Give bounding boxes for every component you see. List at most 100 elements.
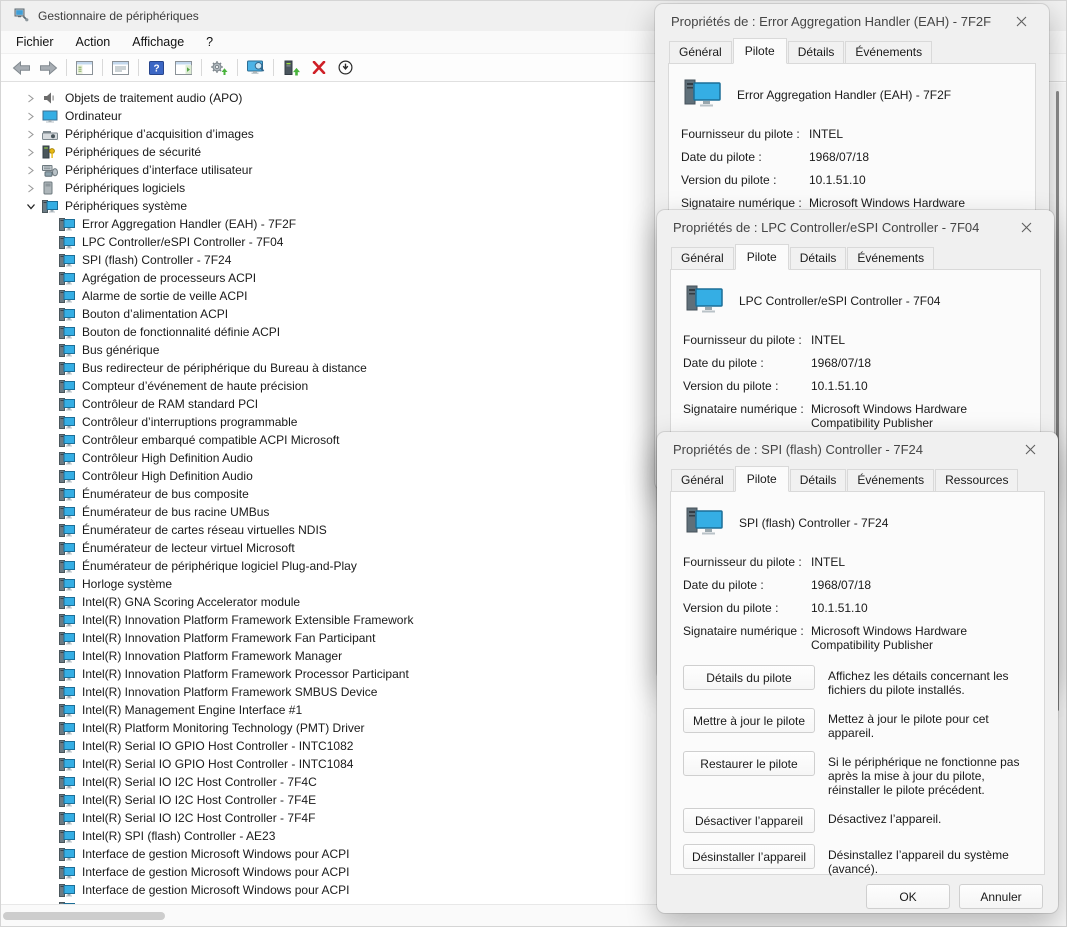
tree-item-label: Contrôleur d’interruptions programmable [77, 415, 297, 429]
tree-item-label: LPC Controller/eSPI Controller - 7F04 [77, 235, 283, 249]
tab-general[interactable]: Général [669, 41, 732, 64]
add-driver-icon[interactable] [278, 56, 305, 80]
sysdev-icon [59, 758, 77, 771]
toolbar-separator [102, 59, 103, 76]
help-icon[interactable]: ? [143, 56, 170, 80]
sysdev-icon [59, 290, 77, 303]
menu-fichier[interactable]: Fichier [5, 32, 65, 52]
imaging-icon [42, 128, 60, 141]
tree-item-label: Compteur d’événement de haute précision [77, 379, 308, 393]
update-driver-description: Mettez à jour le pilote pour cet apparei… [828, 708, 1032, 740]
field-label: Signataire numérique : [683, 402, 811, 430]
update-driver-gear-icon[interactable] [206, 56, 233, 80]
chevron-right-icon[interactable] [26, 148, 42, 157]
security-icon [42, 145, 60, 159]
tree-item-label: Intel(R) Innovation Platform Framework F… [77, 631, 375, 645]
speaker-icon [42, 91, 60, 105]
tree-item-label: Intel(R) Management Engine Interface #1 [77, 703, 302, 717]
tab-details[interactable]: Détails [790, 247, 847, 270]
sysdev-icon [59, 776, 77, 789]
tree-item-label: Intel(R) Innovation Platform Framework P… [77, 667, 409, 681]
menu-affichage[interactable]: Affichage [121, 32, 195, 52]
sysdev-icon [59, 236, 77, 249]
tree-item-label: Intel(R) Serial IO GPIO Host Controller … [77, 739, 353, 753]
sysdev-icon [59, 542, 77, 555]
forward-icon[interactable] [35, 56, 62, 80]
tree-item-label: Error Aggregation Handler (EAH) - 7F2F [77, 217, 296, 231]
uninstall-device-button[interactable]: Désinstaller l’appareil [683, 844, 815, 869]
sysdev-icon [59, 614, 77, 627]
sysdev-icon [59, 686, 77, 699]
tab-evenements[interactable]: Événements [847, 469, 934, 492]
tree-item-label: Intel(R) Innovation Platform Framework M… [77, 649, 342, 663]
action-pane-icon[interactable] [170, 56, 197, 80]
rollback-driver-description: Si le périphérique ne fonctionne pas apr… [828, 751, 1032, 797]
tab-pilote[interactable]: Pilote [735, 466, 789, 492]
chevron-right-icon[interactable] [26, 94, 42, 103]
scan-hardware-icon[interactable] [242, 56, 269, 80]
sysdev-icon [59, 470, 77, 483]
disable-device-button[interactable]: Désactiver l’appareil [683, 808, 815, 833]
tab-pilote[interactable]: Pilote [735, 244, 789, 270]
uninstall-device-icon[interactable] [305, 56, 332, 80]
driver-signer-value: Microsoft Windows Hardware Compatibility… [811, 624, 1032, 652]
tree-item-label: Horloge système [77, 577, 172, 591]
ok-button[interactable]: OK [866, 884, 950, 909]
update-driver-button[interactable]: Mettre à jour le pilote [683, 708, 815, 733]
tree-item-label: Intel(R) Serial IO I2C Host Controller -… [77, 775, 317, 789]
menu-help[interactable]: ? [195, 32, 224, 52]
menu-action[interactable]: Action [65, 32, 122, 52]
tree-item-label: Interface de gestion Microsoft Windows p… [77, 883, 349, 897]
sysdev-icon [59, 794, 77, 807]
close-icon[interactable] [1012, 215, 1040, 239]
back-icon[interactable] [8, 56, 35, 80]
field-label: Date du pilote : [683, 578, 811, 592]
tab-general[interactable]: Général [671, 247, 734, 270]
close-icon[interactable] [1016, 437, 1044, 461]
tree-item-label: Intel(R) Innovation Platform Framework E… [77, 613, 413, 627]
device-name: Error Aggregation Handler (EAH) - 7F2F [737, 88, 951, 102]
dialog-titlebar: Propriétés de : SPI (flash) Controller -… [657, 432, 1058, 466]
tree-item-label: Périphériques d’interface utilisateur [60, 163, 252, 177]
sysdev-icon [59, 416, 77, 429]
tree-item-label: Agrégation de processeurs ACPI [77, 271, 256, 285]
rollback-driver-button[interactable]: Restaurer le pilote [683, 751, 815, 776]
driver-details-button[interactable]: Détails du pilote [683, 665, 815, 690]
driver-provider-value: INTEL [811, 555, 1032, 569]
console-tree-icon[interactable] [71, 56, 98, 80]
tab-pilote[interactable]: Pilote [733, 38, 787, 64]
close-icon[interactable] [1007, 9, 1035, 33]
sysdev-icon [59, 632, 77, 645]
dialog-title: Propriétés de : SPI (flash) Controller -… [673, 442, 923, 457]
chevron-down-icon[interactable] [26, 202, 42, 211]
properties-window-icon[interactable] [107, 56, 134, 80]
chevron-right-icon[interactable] [26, 166, 42, 175]
disable-device-icon[interactable] [332, 56, 359, 80]
chevron-right-icon[interactable] [26, 112, 42, 121]
field-label: Version du pilote : [681, 173, 809, 187]
tree-item-label: Intel(R) Serial IO I2C Host Controller -… [77, 811, 315, 825]
tab-details[interactable]: Détails [788, 41, 845, 64]
tab-ressources[interactable]: Ressources [935, 469, 1018, 492]
chevron-right-icon[interactable] [26, 130, 42, 139]
tree-item-label: Périphériques système [60, 199, 187, 213]
tree-item-label: Périphériques logiciels [60, 181, 185, 195]
tree-item-label: Énumérateur de bus composite [77, 487, 249, 501]
tree-item-label: Objets de traitement audio (APO) [60, 91, 242, 105]
tab-strip: Général Pilote Détails Événements Ressou… [670, 469, 1045, 492]
sysdev-icon [59, 524, 77, 537]
tab-details[interactable]: Détails [790, 469, 847, 492]
tree-item-label: Intel(R) SPI (flash) Controller - AE23 [77, 829, 275, 843]
chevron-right-icon[interactable] [26, 184, 42, 193]
cancel-button[interactable]: Annuler [959, 884, 1043, 909]
tree-item-label: Intel(R) Innovation Platform Framework S… [77, 685, 377, 699]
sysdev-icon [59, 488, 77, 501]
svg-text:?: ? [153, 63, 159, 74]
driver-details-description: Affichez les détails concernant les fich… [828, 665, 1032, 697]
horizontal-scrollbar-thumb[interactable] [3, 912, 165, 920]
tab-general[interactable]: Général [671, 469, 734, 492]
sysdev-icon [59, 362, 77, 375]
sysdev-icon [59, 344, 77, 357]
tab-evenements[interactable]: Événements [845, 41, 932, 64]
tab-evenements[interactable]: Événements [847, 247, 934, 270]
